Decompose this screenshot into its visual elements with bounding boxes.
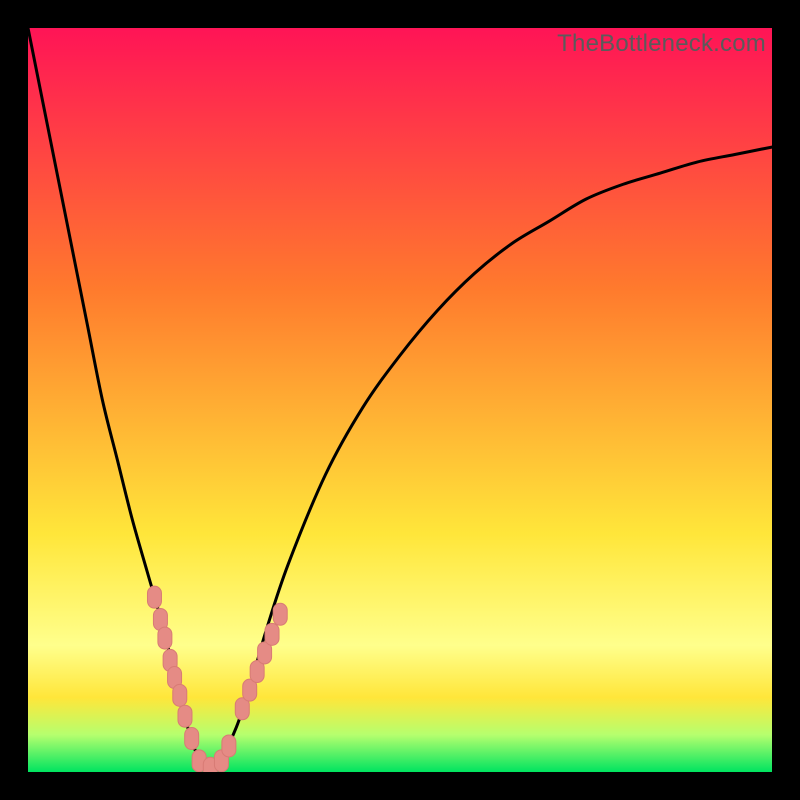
- data-point-marker: [147, 586, 161, 608]
- watermark-text: TheBottleneck.com: [557, 30, 766, 58]
- data-point-marker: [158, 627, 172, 649]
- data-point-marker: [265, 623, 279, 645]
- data-point-marker: [178, 705, 192, 727]
- bottleneck-curve: [28, 28, 772, 772]
- data-point-marker: [273, 603, 287, 625]
- chart-frame: TheBottleneck.com: [0, 0, 800, 800]
- plot-area: TheBottleneck.com: [28, 28, 772, 772]
- data-point-marker: [185, 728, 199, 750]
- data-point-marker: [222, 735, 236, 757]
- curve-overlay: [28, 28, 772, 772]
- data-point-marker: [173, 684, 187, 706]
